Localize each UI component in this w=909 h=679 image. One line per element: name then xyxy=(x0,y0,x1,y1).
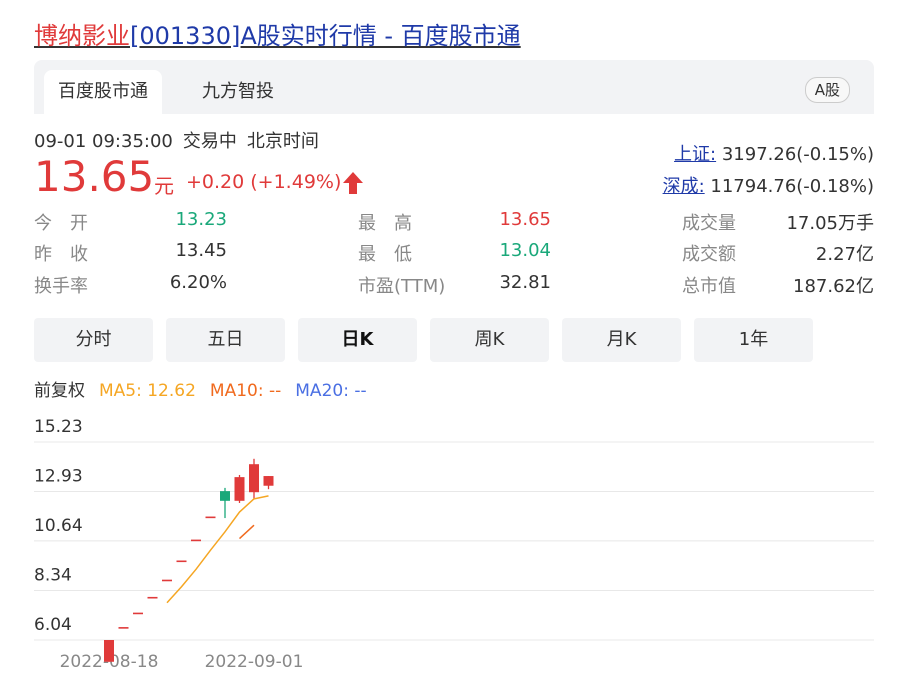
chart-legend: 前复权 MA5: 12.62 MA10: -- MA20: -- xyxy=(34,376,381,401)
y-tick-label: 15.23 xyxy=(34,417,83,437)
period-tab-weekly-k[interactable]: 周K xyxy=(430,318,549,362)
stat-label-amount: 成交额 xyxy=(682,244,736,265)
daily-k-chart[interactable]: 15.2312.9310.648.346.042022-08-18 2022-09… xyxy=(0,400,909,679)
current-price: 13.65 xyxy=(34,152,155,201)
stat-label-market-cap: 总市值 xyxy=(682,276,736,297)
y-tick-label: 8.34 xyxy=(34,565,72,585)
candle-body xyxy=(133,612,143,615)
index-shenzhen-label[interactable]: 深成: xyxy=(663,176,705,197)
candle-body xyxy=(176,560,187,563)
candle-body xyxy=(220,491,230,501)
index-shanghai-value: 3197.26(-0.15%) xyxy=(721,144,874,165)
price-change: +0.20 (+1.49%) xyxy=(186,171,342,193)
stat-value-high: 13.65 xyxy=(499,209,551,230)
candle-body xyxy=(104,640,114,662)
index-shanghai[interactable]: 上证: 3197.26(-0.15%) xyxy=(674,140,874,166)
y-tick-label: 6.04 xyxy=(34,615,72,635)
candle-body xyxy=(234,477,245,501)
trade-time: 09-01 09:35:00 xyxy=(34,131,173,152)
stat-label-low: 最 低 xyxy=(358,244,412,265)
legend-adjust[interactable]: 前复权 xyxy=(34,381,85,401)
index-shenzhen[interactable]: 深成: 11794.76(-0.18%) xyxy=(663,172,874,198)
index-shanghai-label[interactable]: 上证: xyxy=(674,144,716,165)
legend-ma10: MA10: -- xyxy=(209,381,282,401)
up-arrow-icon xyxy=(343,172,363,194)
stat-label-volume: 成交量 xyxy=(682,213,736,234)
period-tab-1year[interactable]: 1年 xyxy=(694,318,813,362)
tab-baidu-stock[interactable]: 百度股市通 xyxy=(44,70,162,114)
source-tab-bar: 百度股市通 九方智投 A股 xyxy=(34,60,874,114)
period-tab-5day[interactable]: 五日 xyxy=(166,318,285,362)
y-tick-label: 10.64 xyxy=(34,516,83,536)
legend-ma5: MA5: 12.62 xyxy=(99,381,196,401)
price-unit: 元 xyxy=(154,174,174,198)
candle-body xyxy=(205,516,216,519)
candle-body xyxy=(147,596,158,599)
candle-body xyxy=(191,539,201,542)
legend-ma20: MA20: -- xyxy=(295,381,367,401)
stat-label-open: 今 开 xyxy=(34,213,88,234)
time-zone: 北京时间 xyxy=(246,131,319,152)
ma10-line xyxy=(238,524,255,540)
stat-value-amount: 2.27亿 xyxy=(815,244,874,265)
stat-label-pe: 市盈(TTM) xyxy=(358,276,446,297)
candle-body xyxy=(118,627,129,629)
candle-body xyxy=(249,464,259,493)
stat-value-turnover: 6.20% xyxy=(169,272,227,293)
tab-jiufang[interactable]: 九方智投 xyxy=(188,70,288,114)
stock-name-link[interactable]: 博纳影业 xyxy=(34,22,130,50)
stat-value-low: 13.04 xyxy=(499,240,551,261)
period-tab-intraday[interactable]: 分时 xyxy=(34,318,153,362)
x-tick-label: 2022-09-01 xyxy=(205,652,304,672)
index-shenzhen-value: 11794.76(-0.18%) xyxy=(710,176,874,197)
trade-state: 交易中 xyxy=(182,131,237,152)
period-tab-monthly-k[interactable]: 月K xyxy=(562,318,681,362)
ma5-line xyxy=(166,495,269,604)
period-tab-daily-k[interactable]: 日K xyxy=(298,318,417,362)
page-title-rest[interactable]: [001330]A股实时行情 - 百度股市通 xyxy=(130,22,521,50)
stat-label-turnover: 换手率 xyxy=(34,276,88,297)
stat-value-market-cap: 187.62亿 xyxy=(793,276,874,297)
market-badge[interactable]: A股 xyxy=(804,77,850,103)
stat-label-high: 最 高 xyxy=(358,213,412,234)
stat-value-prev-close: 13.45 xyxy=(175,240,227,261)
stat-value-volume: 17.05万手 xyxy=(786,213,874,234)
trade-status: 09-01 09:35:00 交易中 北京时间 xyxy=(34,127,329,153)
stat-label-prev-close: 昨 收 xyxy=(34,244,88,265)
stat-value-open: 13.23 xyxy=(175,209,227,230)
stat-value-pe: 32.81 xyxy=(499,272,551,293)
candle-body xyxy=(263,476,274,486)
page-title[interactable]: 博纳影业[001330]A股实时行情 - 百度股市通 xyxy=(34,16,521,51)
y-tick-label: 12.93 xyxy=(34,467,83,487)
candle-body xyxy=(162,579,172,582)
